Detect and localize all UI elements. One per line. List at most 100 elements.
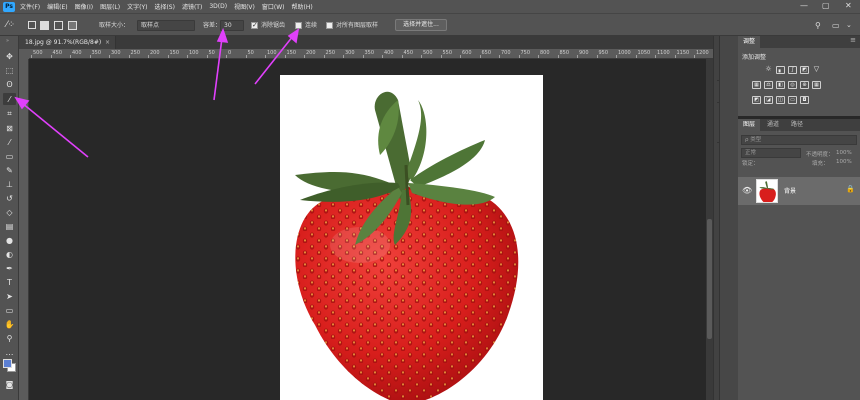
blur-tool-icon[interactable]: ● bbox=[3, 234, 16, 246]
history-brush-tool-icon[interactable]: ↺ bbox=[3, 192, 16, 204]
marquee-tool-icon[interactable]: ⬚ bbox=[3, 64, 16, 76]
hand-tool-icon[interactable]: ✋ bbox=[3, 318, 16, 330]
document-canvas[interactable] bbox=[280, 75, 543, 400]
tab-channels[interactable]: 通道 bbox=[762, 119, 784, 131]
lasso-tool-icon[interactable]: ʘ bbox=[3, 78, 16, 90]
collapse-icon[interactable]: » bbox=[6, 38, 9, 44]
curves-icon[interactable]: ∫ bbox=[788, 66, 797, 74]
healing-tool-icon[interactable]: ▭ bbox=[3, 150, 16, 162]
more-tools-icon[interactable]: … bbox=[3, 346, 16, 358]
tab-paths[interactable]: 路径 bbox=[786, 119, 808, 131]
magic-wand-tool-icon[interactable]: ⁄ bbox=[3, 93, 16, 105]
clone-stamp-tool-icon[interactable]: ⊥ bbox=[3, 178, 16, 190]
menu-file[interactable]: 文件(F) bbox=[20, 2, 40, 11]
path-select-tool-icon[interactable]: ➤ bbox=[3, 290, 16, 302]
close-tab-icon[interactable]: × bbox=[105, 36, 110, 49]
menu-help[interactable]: 帮助(H) bbox=[292, 2, 313, 11]
photo-filter-icon[interactable]: ◎ bbox=[788, 81, 797, 89]
layer-kind-filter[interactable]: ρ 类型 bbox=[741, 135, 857, 145]
magic-wand-preset-icon[interactable]: ⁄⁘ bbox=[6, 19, 15, 32]
chevron-down-icon[interactable]: ⌄ bbox=[846, 19, 852, 32]
menu-image[interactable]: 图像(I) bbox=[75, 2, 93, 11]
opacity-value[interactable]: 100% bbox=[836, 150, 852, 156]
close-window-icon[interactable]: ✕ bbox=[845, 1, 852, 10]
posterize-icon[interactable]: ◪ bbox=[764, 96, 773, 104]
levels-icon[interactable]: ▖ bbox=[776, 66, 785, 74]
ruler-tick-mark bbox=[148, 55, 149, 58]
add-selection-icon[interactable] bbox=[40, 21, 49, 30]
vibrance-icon[interactable]: ▽ bbox=[812, 66, 821, 74]
threshold-icon[interactable]: ◫ bbox=[776, 96, 785, 104]
antialias-checkbox[interactable] bbox=[251, 21, 258, 29]
ruler-tick-label: 600 bbox=[462, 50, 472, 56]
ruler-tick-mark bbox=[655, 55, 656, 58]
ruler-tick-mark bbox=[265, 55, 266, 58]
tolerance-label: 容差： bbox=[203, 22, 222, 29]
brush-tool-icon[interactable]: ✎ bbox=[3, 164, 16, 176]
menu-bar: Ps 文件(F) 编辑(E) 图像(I) 图层(L) 文字(Y) 选择(S) 滤… bbox=[0, 0, 860, 13]
brightness-icon[interactable]: ☼ bbox=[764, 66, 773, 74]
menu-type[interactable]: 文字(Y) bbox=[127, 2, 147, 11]
panel-menu-icon[interactable]: ≡ bbox=[850, 36, 856, 44]
visibility-eye-icon[interactable]: 👁 bbox=[742, 186, 752, 195]
select-and-mask-button[interactable]: 选择并遮住... bbox=[395, 19, 447, 31]
menu-layer[interactable]: 图层(L) bbox=[100, 2, 120, 11]
intersect-selection-icon[interactable] bbox=[68, 21, 77, 30]
menu-select[interactable]: 选择(S) bbox=[154, 2, 175, 11]
vertical-ruler[interactable] bbox=[19, 59, 29, 400]
document-tab[interactable]: 18.jpg @ 91.7%(RGB/8#) × bbox=[19, 36, 116, 49]
gradient-map-icon[interactable]: ▭ bbox=[788, 96, 797, 104]
frame-tool-icon[interactable]: ⊠ bbox=[3, 122, 16, 134]
gradient-tool-icon[interactable]: ▤ bbox=[3, 220, 16, 232]
menu-3d[interactable]: 3D(D) bbox=[209, 3, 227, 10]
fill-value[interactable]: 100% bbox=[836, 159, 852, 165]
menu-window[interactable]: 窗口(W) bbox=[262, 2, 285, 11]
tab-adjustments[interactable]: 调整 bbox=[738, 36, 761, 48]
maximize-icon[interactable]: ▢ bbox=[822, 1, 830, 10]
zoom-tool-icon[interactable]: ⚲ bbox=[3, 332, 16, 344]
black-white-icon[interactable]: ◧ bbox=[776, 81, 785, 89]
lock-icon: 🔒 bbox=[846, 185, 855, 193]
ruler-tick-label: 1150 bbox=[676, 50, 690, 56]
dodge-tool-icon[interactable]: ◐ bbox=[3, 248, 16, 260]
tolerance-input[interactable]: 30 bbox=[220, 20, 244, 31]
ruler-tick-mark bbox=[323, 55, 325, 58]
vertical-scrollbar[interactable] bbox=[706, 59, 713, 400]
sample-size-select[interactable]: 取样点 bbox=[137, 20, 195, 31]
minimize-icon[interactable]: — bbox=[800, 1, 808, 10]
invert-icon[interactable]: ◩ bbox=[752, 96, 761, 104]
eraser-tool-icon[interactable]: ◇ bbox=[3, 206, 16, 218]
shape-tool-icon[interactable]: ▭ bbox=[3, 304, 16, 316]
crop-tool-icon[interactable]: ⌗ bbox=[3, 108, 16, 120]
adjustment-icons-row-3: ◩ ◪ ◫ ▭ ◘ bbox=[752, 96, 842, 104]
pen-tool-icon[interactable]: ✒ bbox=[3, 262, 16, 274]
color-balance-icon[interactable]: ⚖ bbox=[764, 81, 773, 89]
ruler-tick-mark bbox=[557, 55, 559, 58]
type-tool-icon[interactable]: T bbox=[3, 276, 16, 288]
exposure-icon[interactable]: ◩ bbox=[800, 66, 809, 74]
color-lookup-icon[interactable]: ▦ bbox=[812, 81, 821, 89]
foreground-color-swatch[interactable] bbox=[3, 359, 12, 368]
blend-mode-select[interactable]: 正常 bbox=[741, 148, 801, 158]
subtract-selection-icon[interactable] bbox=[54, 21, 63, 30]
tab-layers[interactable]: 图层 bbox=[738, 119, 761, 131]
all-layers-checkbox[interactable] bbox=[326, 22, 333, 29]
workspace-icon[interactable]: ▭ bbox=[832, 19, 840, 32]
scrollbar-thumb[interactable] bbox=[707, 219, 712, 339]
ruler-tick-mark bbox=[304, 55, 305, 58]
menu-view[interactable]: 视图(V) bbox=[234, 2, 255, 11]
move-tool-icon[interactable]: ✥ bbox=[3, 50, 16, 62]
menu-edit[interactable]: 编辑(E) bbox=[47, 2, 67, 11]
new-selection-icon[interactable] bbox=[28, 21, 36, 29]
channel-mixer-icon[interactable]: ⊕ bbox=[800, 81, 809, 89]
selective-color-icon[interactable]: ◘ bbox=[800, 96, 809, 104]
menu-filter[interactable]: 滤镜(T) bbox=[182, 2, 202, 11]
horizontal-ruler[interactable]: 500 450 400 350 300 250 200 150 100 50 0 50 100 150 20… bbox=[29, 49, 713, 59]
eyedropper-tool-icon[interactable]: ⁄ bbox=[3, 136, 16, 148]
quick-mask-icon[interactable]: ◙ bbox=[3, 378, 16, 390]
layer-row[interactable]: 👁 背景 🔒 bbox=[738, 177, 860, 205]
adjustments-title: 添加调整 bbox=[742, 54, 767, 61]
contiguous-checkbox[interactable] bbox=[295, 22, 302, 29]
search-icon[interactable]: ⚲ bbox=[815, 19, 821, 32]
hue-saturation-icon[interactable]: ▦ bbox=[752, 81, 761, 89]
